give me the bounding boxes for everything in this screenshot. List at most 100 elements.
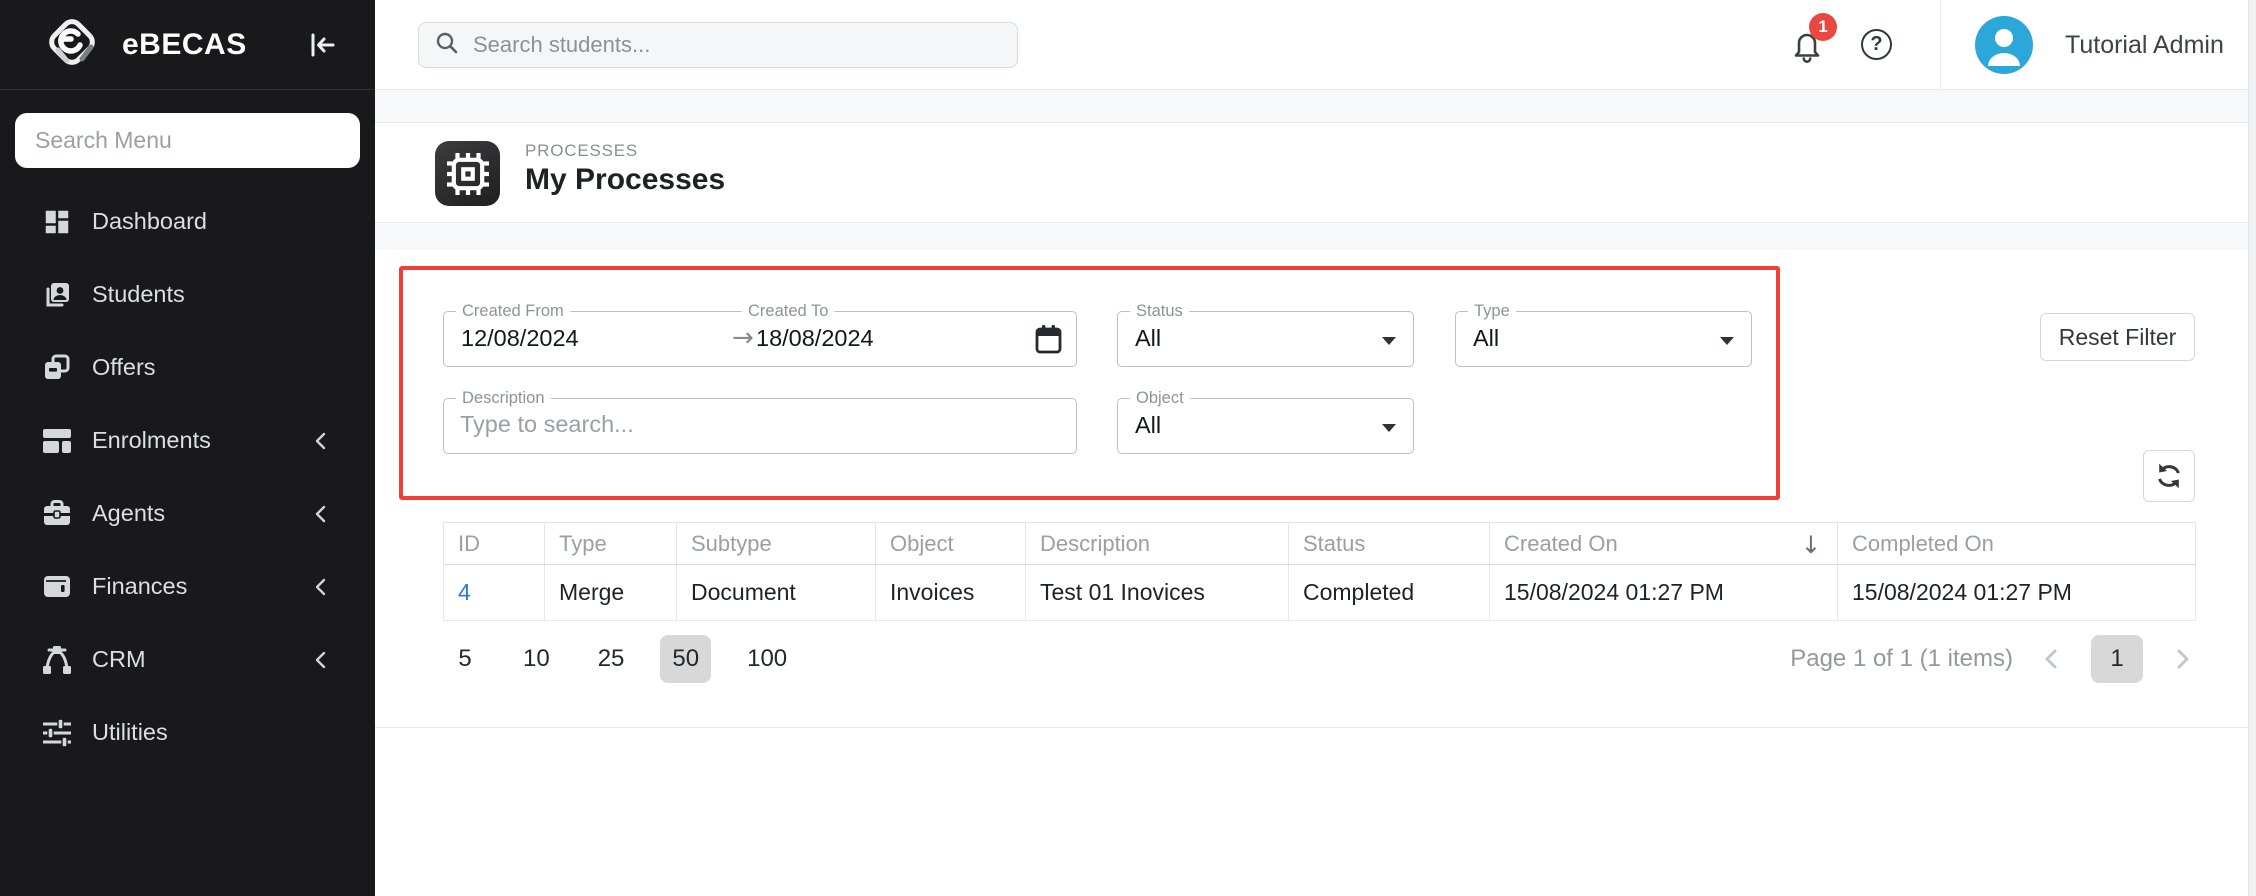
sidebar-item-label: Offers	[92, 354, 156, 381]
sidebar-item-crm[interactable]: CRM	[0, 623, 375, 696]
object-label: Object	[1130, 389, 1190, 408]
student-search-box[interactable]	[418, 22, 1018, 68]
students-icon	[42, 280, 72, 310]
current-page-button[interactable]: 1	[2091, 635, 2143, 683]
sidebar-item-enrolments[interactable]: Enrolments	[0, 404, 375, 477]
page-size-100[interactable]: 100	[735, 635, 799, 683]
page-summary: Page 1 of 1 (1 items)	[1790, 645, 2013, 673]
cell-id-link[interactable]: 4	[444, 565, 545, 621]
sidebar-item-label: Finances	[92, 573, 187, 600]
object-select[interactable]: Object All	[1117, 398, 1414, 454]
chevron-left-icon	[311, 649, 331, 676]
object-value: All	[1135, 412, 1161, 439]
description-input[interactable]	[460, 411, 1040, 438]
sidebar-logo-row: eBECAS	[0, 0, 375, 90]
date-range-field[interactable]: Created From Created To 12/08/2024 → 18/…	[443, 311, 1077, 367]
processes-icon	[435, 141, 500, 206]
col-header-id[interactable]: ID	[444, 523, 545, 565]
background-strip	[375, 223, 2248, 250]
col-header-status[interactable]: Status	[1289, 523, 1490, 565]
cell-created-on: 15/08/2024 01:27 PM	[1490, 565, 1838, 621]
cell-subtype: Document	[677, 565, 876, 621]
sidebar-item-dashboard[interactable]: Dashboard	[0, 185, 375, 258]
page-size-5[interactable]: 5	[443, 635, 487, 683]
sidebar-item-utilities[interactable]: Utilities	[0, 696, 375, 769]
agents-icon	[42, 499, 72, 529]
sidebar-item-agents[interactable]: Agents	[0, 477, 375, 550]
col-header-subtype[interactable]: Subtype	[677, 523, 876, 565]
reset-filter-button[interactable]: Reset Filter	[2040, 313, 2195, 361]
sidebar-item-label: Utilities	[92, 719, 168, 746]
cell-description: Test 01 Inovices	[1026, 565, 1289, 621]
cell-object: Invoices	[876, 565, 1026, 621]
previous-page-icon[interactable]	[2039, 646, 2065, 672]
chevron-left-icon	[311, 576, 331, 603]
content-divider	[375, 727, 2248, 728]
topbar: 1 ? Tutorial Admin	[375, 0, 2256, 90]
help-icon[interactable]: ?	[1861, 29, 1892, 60]
created-from-label: Created From	[456, 302, 570, 321]
chevron-down-icon	[1382, 424, 1396, 432]
brand-name: eBECAS	[122, 28, 247, 62]
offers-icon	[42, 353, 72, 383]
background-strip	[375, 90, 2248, 122]
sidebar-item-students[interactable]: Students	[0, 258, 375, 331]
refresh-button[interactable]	[2143, 450, 2195, 502]
sidebar-search-input[interactable]	[15, 113, 360, 168]
enrolments-icon	[42, 426, 72, 456]
user-avatar[interactable]	[1975, 16, 2033, 74]
col-header-label: Created On	[1504, 531, 1618, 556]
type-value: All	[1473, 325, 1499, 352]
page-size-selector: 5 10 25 50 100	[443, 635, 799, 683]
next-page-icon[interactable]	[2169, 646, 2195, 672]
status-label: Status	[1130, 302, 1189, 321]
type-label: Type	[1468, 302, 1516, 321]
col-header-type[interactable]: Type	[545, 523, 677, 565]
page-size-25[interactable]: 25	[586, 635, 637, 683]
student-search-input[interactable]	[473, 32, 993, 58]
filter-highlight-annotation	[399, 266, 1780, 500]
sidebar-collapse-icon[interactable]	[307, 30, 337, 60]
sidebar-item-label: CRM	[92, 646, 146, 673]
notifications-button[interactable]: 1	[1789, 25, 1829, 69]
created-to-value[interactable]: 18/08/2024	[756, 325, 874, 352]
status-select[interactable]: Status All	[1117, 311, 1414, 367]
page-header: PROCESSES My Processes	[375, 122, 2248, 223]
utilities-icon	[42, 718, 72, 748]
app-window: eBECAS Dashboard	[0, 0, 2256, 896]
scrollbar[interactable]	[2248, 0, 2256, 896]
created-from-value[interactable]: 12/08/2024	[461, 325, 579, 352]
sidebar-item-offers[interactable]: Offers	[0, 331, 375, 404]
sidebar-item-label: Dashboard	[92, 208, 207, 235]
main-area: 1 ? Tutorial Admin	[375, 0, 2256, 896]
sort-desc-icon[interactable]: ↓	[1801, 531, 1821, 559]
sidebar-item-finances[interactable]: Finances	[0, 550, 375, 623]
ebecas-logo-icon	[44, 14, 100, 75]
processes-table: ID Type Subtype Object Description Statu…	[443, 522, 2196, 621]
notification-badge: 1	[1809, 13, 1837, 41]
page-size-50[interactable]: 50	[660, 635, 711, 683]
cell-status: Completed	[1289, 565, 1490, 621]
finances-icon	[42, 572, 72, 602]
col-header-description[interactable]: Description	[1026, 523, 1289, 565]
chevron-down-icon	[1720, 337, 1734, 345]
dashboard-icon	[42, 207, 72, 237]
crm-icon	[42, 645, 72, 675]
created-to-label: Created To	[742, 302, 834, 321]
col-header-object[interactable]: Object	[876, 523, 1026, 565]
sidebar-item-label: Agents	[92, 500, 165, 527]
calendar-icon[interactable]	[1035, 325, 1062, 359]
chevron-left-icon	[311, 503, 331, 530]
status-value: All	[1135, 325, 1161, 352]
cell-type: Merge	[545, 565, 677, 621]
col-header-created-on[interactable]: Created On ↓	[1490, 523, 1838, 565]
description-label: Description	[456, 389, 551, 408]
user-name[interactable]: Tutorial Admin	[2065, 0, 2224, 90]
description-field[interactable]: Description	[443, 398, 1077, 454]
type-select[interactable]: Type All	[1455, 311, 1752, 367]
sidebar-item-label: Students	[92, 281, 185, 308]
col-header-completed-on[interactable]: Completed On	[1838, 523, 2196, 565]
table-row: 4 Merge Document Invoices Test 01 Inovic…	[444, 565, 2196, 621]
range-arrow-icon: →	[732, 323, 754, 353]
page-size-10[interactable]: 10	[511, 635, 562, 683]
